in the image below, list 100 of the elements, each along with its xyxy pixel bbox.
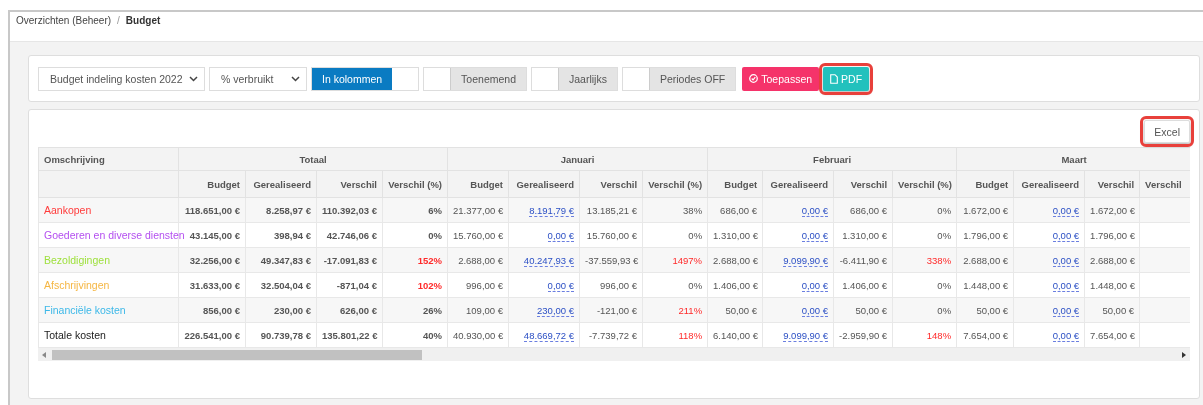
dropdown-select[interactable]: % verbruikt [209, 66, 307, 91]
column-header: Gerealiseerd [762, 170, 834, 198]
percentage-cell: 148% [926, 329, 952, 341]
row-label: Bezoldigingen [44, 254, 110, 266]
table-cell: 2.688,00 € [458, 254, 504, 266]
amount-link[interactable]: 0,00 € [1052, 279, 1080, 292]
table-cell: 50,00 € [976, 304, 1009, 316]
amount-link[interactable]: 0,00 € [547, 229, 575, 242]
row-label: Afschrijvingen [44, 279, 110, 291]
column-header: Verschil (%) [892, 170, 957, 198]
amount-link[interactable]: 0,00 € [547, 279, 575, 292]
table-cell: 49.347,83 € [260, 254, 311, 266]
table-cell: 118.651,00 € [185, 204, 240, 216]
column-header: Omschrijving [38, 147, 179, 171]
document-icon [830, 73, 839, 84]
breadcrumb-current: Budget [125, 15, 161, 26]
table-cell: 42.746,06 € [326, 229, 377, 241]
percentage-cell: 152% [417, 254, 443, 266]
scroll-left-icon [42, 351, 46, 358]
percentage-cell: 0% [428, 229, 443, 241]
table-cell: 50,00 € [855, 304, 888, 316]
amount-link[interactable]: 0,00 € [1052, 254, 1080, 267]
column-header: Verschil (%) [642, 170, 708, 198]
table-cell: -17.091,83 € [323, 254, 377, 266]
table-cell: 32.504,04 € [260, 279, 311, 291]
breadcrumb-link[interactable]: Overzichten (Beheer) [16, 15, 112, 26]
dropdown-select[interactable]: Budget indeling kosten 2022 [38, 66, 205, 91]
table-cell: 1.672,00 € [963, 204, 1009, 216]
amount-link[interactable]: 0,00 € [801, 229, 829, 242]
table-cell: -6.411,90 € [839, 254, 888, 266]
amount-link[interactable]: 0,00 € [1052, 204, 1080, 217]
percentage-cell: 0% [937, 204, 952, 216]
scroll-right-icon [1182, 351, 1186, 358]
table-cell: 31.633,00 € [189, 279, 240, 291]
period-header: Totaal [178, 147, 448, 171]
percentage-cell: 0% [688, 229, 703, 241]
toggle-switch[interactable]: Periodes OFF [621, 66, 737, 91]
table-cell: 8.258,97 € [266, 204, 311, 216]
period-header: Januari [447, 147, 708, 171]
toggle-switch[interactable]: Jaarlijks [531, 66, 618, 91]
column-header: Gerealiseerd [508, 170, 580, 198]
column-header: Gerealiseerd [245, 170, 317, 198]
table-cell: 109,00 € [466, 304, 504, 316]
percentage-cell: 338% [926, 254, 952, 266]
toggle-switch[interactable]: Toenemend [423, 66, 527, 91]
table-cell: 7.654,00 € [963, 329, 1009, 341]
percentage-cell: 1497% [672, 254, 703, 266]
table-cell: 1.406,00 € [842, 279, 888, 291]
table-cell: 2.688,00 € [1090, 254, 1135, 266]
table-cell: 686,00 € [850, 204, 888, 216]
horizontal-scrollbar[interactable] [38, 348, 1190, 361]
amount-link[interactable]: 0,00 € [1052, 329, 1080, 342]
column-header: Verschil (%) [382, 170, 448, 198]
amount-link[interactable]: 0,00 € [801, 279, 829, 292]
amount-link[interactable]: 0,00 € [801, 304, 829, 317]
table-cell: 996,00 € [600, 279, 638, 291]
row-label: Financiële kosten [44, 304, 126, 316]
period-header: Maart [956, 147, 1190, 171]
percentage-cell: 0% [937, 279, 952, 291]
amount-link[interactable]: 0,00 € [1052, 229, 1080, 242]
chevron-down-icon [291, 75, 300, 82]
table-cell: 6.140,00 € [713, 329, 758, 341]
table-cell: 398,94 € [274, 229, 311, 241]
chevron-down-icon [189, 75, 198, 82]
table-cell: 21.377,00 € [453, 204, 504, 216]
amount-link[interactable]: 0,00 € [801, 204, 829, 217]
check-circle-icon [749, 74, 759, 83]
table-cell: 110.392,03 € [322, 204, 377, 216]
table-cell: 1.310,00 € [713, 229, 758, 241]
toggle-switch[interactable]: In kolommen [311, 66, 420, 91]
table-cell: 626,00 € [340, 304, 377, 316]
table-cell: 43.145,00 € [189, 229, 240, 241]
table-cell: 1.406,00 € [713, 279, 758, 291]
table-cell: 50,00 € [1102, 304, 1135, 316]
row-label: Aankopen [44, 204, 92, 216]
table-cell: 13.185,21 € [586, 204, 638, 216]
table-cell: 40.930,00 € [453, 329, 504, 341]
table-cell: -871,04 € [336, 279, 377, 291]
table-cell: 1.796,00 € [1090, 229, 1135, 241]
apply-button[interactable]: Toepassen [742, 66, 820, 91]
table-cell: 230,00 € [274, 304, 311, 316]
table-cell: 1.672,00 € [1090, 204, 1135, 216]
amount-link[interactable]: 0,00 € [1052, 304, 1080, 317]
table-cell: 135.801,22 € [322, 329, 378, 341]
percentage-cell: 0% [937, 304, 952, 316]
percentage-cell: 211% [678, 304, 703, 316]
percentage-cell: 0% [688, 279, 703, 291]
table-cell: 1.796,00 € [963, 229, 1009, 241]
percentage-cell: 26% [423, 304, 443, 316]
percentage-cell: 0% [937, 229, 952, 241]
table-cell: 686,00 € [720, 204, 758, 216]
scrollbar-thumb[interactable] [52, 349, 422, 360]
period-header: Februari [707, 147, 957, 171]
percentage-cell: 40% [423, 329, 443, 341]
table-cell: 2.688,00 € [963, 254, 1009, 266]
table-cell: 856,00 € [203, 304, 240, 316]
table-cell: 1.448,00 € [1090, 279, 1135, 291]
table-cell: -7.739,72 € [588, 329, 638, 341]
table-cell: 2.688,00 € [713, 254, 758, 266]
table-cell: -121,00 € [596, 304, 638, 316]
